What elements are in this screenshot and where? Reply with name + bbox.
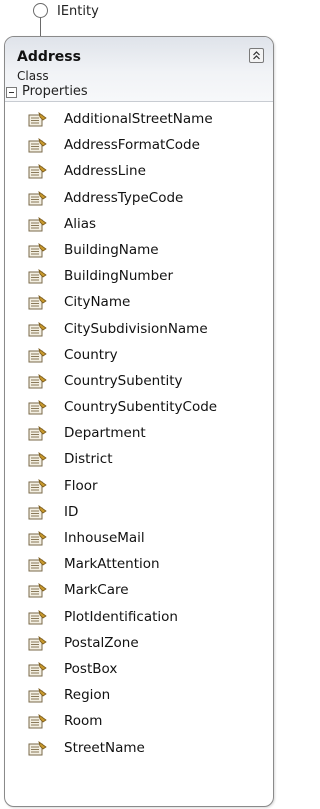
property-item[interactable]: District bbox=[28, 450, 258, 476]
property-icon bbox=[28, 426, 48, 442]
property-label: Country bbox=[64, 346, 118, 363]
property-label: InhouseMail bbox=[64, 530, 145, 546]
property-item[interactable]: CountrySubentityCode bbox=[28, 398, 258, 424]
interface-label: IEntity bbox=[57, 4, 99, 19]
property-label: StreetName bbox=[64, 739, 145, 756]
property-label: MarkAttention bbox=[64, 556, 160, 573]
section-label: Properties bbox=[22, 84, 88, 99]
property-label: Floor bbox=[64, 477, 98, 494]
minus-box-icon[interactable] bbox=[6, 87, 17, 98]
property-item[interactable]: Region bbox=[28, 686, 258, 712]
property-icon bbox=[28, 347, 48, 364]
property-item[interactable]: AddressTypeCode bbox=[28, 189, 258, 215]
property-label: Room bbox=[64, 713, 103, 730]
property-label: PlotIdentification bbox=[64, 608, 178, 625]
property-label: CitySubdivisionName bbox=[64, 320, 208, 337]
property-item[interactable]: Alias bbox=[28, 215, 258, 241]
property-icon bbox=[28, 609, 48, 626]
property-item[interactable]: Country bbox=[28, 346, 258, 372]
property-label: PostalZone bbox=[64, 634, 139, 651]
property-icon bbox=[28, 295, 48, 311]
interface-connector-line bbox=[40, 18, 41, 36]
property-icon bbox=[28, 661, 48, 678]
property-list: AdditionalStreetName AddressFormatCode Add… bbox=[28, 110, 258, 765]
property-label: BuildingName bbox=[64, 241, 159, 258]
property-item[interactable]: CountrySubentity bbox=[28, 372, 258, 398]
property-label: Region bbox=[64, 687, 111, 704]
property-icon bbox=[28, 269, 48, 285]
property-icon bbox=[28, 112, 48, 128]
property-item[interactable]: AddressLine bbox=[28, 162, 258, 188]
property-label: CountrySubentity bbox=[64, 372, 183, 389]
property-item[interactable]: PlotIdentification bbox=[28, 608, 258, 634]
property-label: AddressLine bbox=[64, 163, 146, 180]
property-icon bbox=[28, 478, 48, 495]
property-item[interactable]: ID bbox=[28, 503, 258, 529]
property-item[interactable]: Department bbox=[28, 424, 258, 450]
collapse-chevrons-icon[interactable] bbox=[249, 48, 264, 63]
class-name: Address bbox=[17, 49, 81, 65]
property-item[interactable]: PostBox bbox=[28, 660, 258, 686]
property-icon bbox=[28, 740, 48, 757]
property-icon bbox=[28, 190, 48, 207]
property-label: AdditionalStreetName bbox=[64, 111, 213, 127]
property-label: CityName bbox=[64, 294, 131, 311]
lollipop-interface-icon bbox=[33, 3, 48, 18]
property-icon bbox=[28, 164, 48, 180]
property-item[interactable]: MarkAttention bbox=[28, 555, 258, 581]
property-icon bbox=[28, 452, 48, 468]
property-item[interactable]: BuildingNumber bbox=[28, 267, 258, 293]
property-item[interactable]: CityName bbox=[28, 293, 258, 319]
property-item[interactable]: Room bbox=[28, 712, 258, 738]
property-icon bbox=[28, 504, 48, 521]
property-label: Department bbox=[64, 425, 146, 442]
property-item[interactable]: BuildingName bbox=[28, 241, 258, 267]
property-item[interactable]: AdditionalStreetName bbox=[28, 110, 258, 136]
property-label: AddressFormatCode bbox=[64, 137, 200, 154]
class-stereotype: Class bbox=[17, 69, 49, 83]
property-label: District bbox=[64, 451, 113, 468]
property-item[interactable]: Floor bbox=[28, 477, 258, 503]
property-icon bbox=[28, 583, 48, 599]
property-icon bbox=[28, 714, 48, 730]
property-label: CountrySubentityCode bbox=[64, 399, 218, 416]
property-item[interactable]: CitySubdivisionName bbox=[28, 320, 258, 346]
property-icon bbox=[28, 373, 48, 390]
property-icon bbox=[28, 321, 48, 338]
property-icon bbox=[28, 688, 48, 704]
property-icon bbox=[28, 400, 48, 416]
interface-lollipop: IEntity bbox=[0, 0, 275, 36]
property-icon bbox=[28, 557, 48, 573]
property-icon bbox=[28, 531, 48, 547]
property-label: BuildingNumber bbox=[64, 268, 173, 285]
properties-section-header[interactable]: Properties bbox=[6, 84, 256, 102]
property-icon bbox=[28, 138, 48, 154]
property-item[interactable]: StreetName bbox=[28, 739, 258, 765]
property-label: ID bbox=[64, 503, 79, 520]
property-label: PostBox bbox=[64, 660, 118, 677]
property-label: AddressTypeCode bbox=[64, 189, 184, 206]
property-item[interactable]: MarkCare bbox=[28, 581, 258, 607]
property-item[interactable]: AddressFormatCode bbox=[28, 136, 258, 162]
property-label: Alias bbox=[64, 215, 97, 232]
property-icon bbox=[28, 242, 48, 259]
property-icon bbox=[28, 216, 48, 233]
property-item[interactable]: InhouseMail bbox=[28, 529, 258, 555]
property-icon bbox=[28, 635, 48, 652]
property-label: MarkCare bbox=[64, 582, 129, 599]
property-item[interactable]: PostalZone bbox=[28, 634, 258, 660]
